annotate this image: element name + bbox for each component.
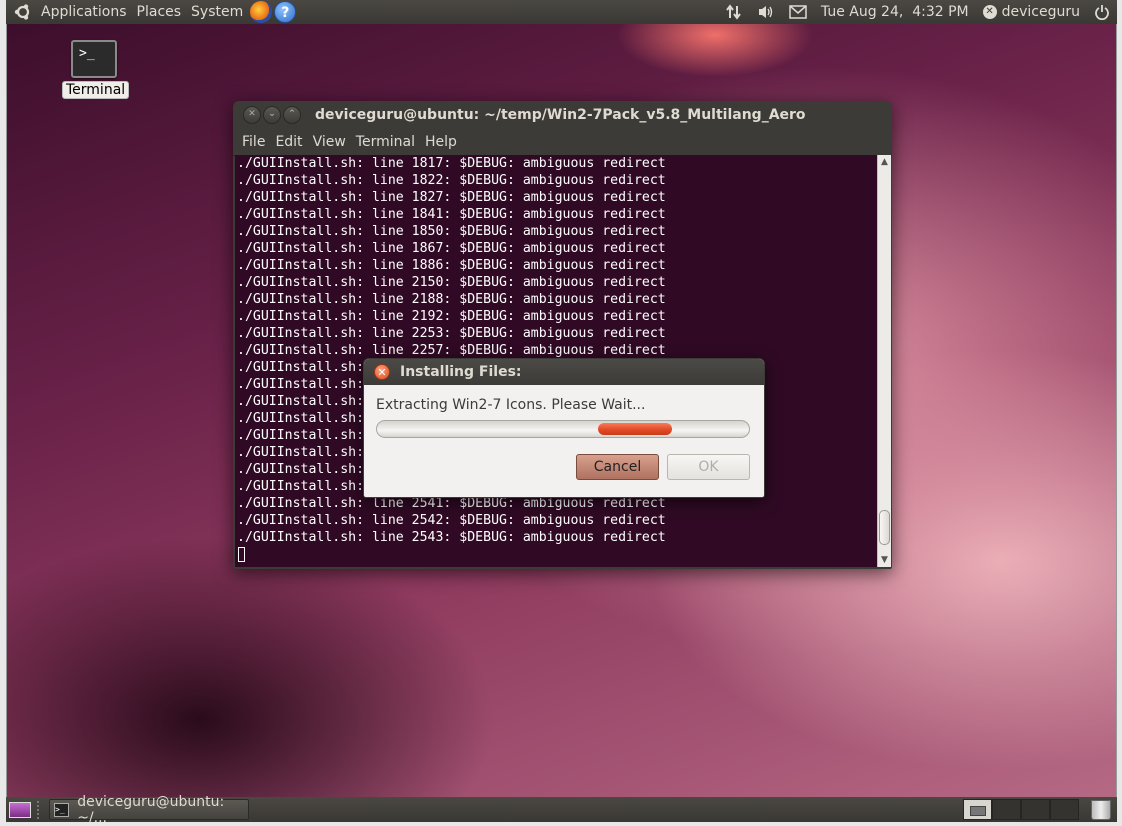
dialog-titlebar[interactable]: ✕ Installing Files: <box>364 359 764 385</box>
menu-help[interactable]: Help <box>420 134 462 150</box>
scroll-up-icon[interactable]: ▲ <box>878 155 891 169</box>
user-menu[interactable]: ✕ deviceguru <box>976 0 1087 24</box>
terminal-line: ./GUIInstall.sh: line 1827: $DEBUG: ambi… <box>237 190 666 205</box>
progress-pulse <box>598 423 672 435</box>
close-icon[interactable]: ✕ <box>374 364 390 380</box>
top-panel: Applications Places System ? Tue Aug 24,… <box>6 0 1117 24</box>
cancel-button[interactable]: Cancel <box>576 454 659 480</box>
installing-files-dialog: ✕ Installing Files: Extracting Win2-7 Ic… <box>363 358 765 498</box>
menu-terminal[interactable]: Terminal <box>351 134 420 150</box>
show-desktop-icon[interactable] <box>9 801 31 818</box>
terminal-line: ./GUIInstall.sh: line 1867: $DEBUG: ambi… <box>237 241 666 256</box>
terminal-menubar: File Edit View Terminal Help <box>233 129 892 156</box>
scroll-down-icon[interactable]: ▼ <box>878 553 891 567</box>
workspace-2[interactable] <box>992 799 1021 820</box>
menu-edit[interactable]: Edit <box>270 134 307 150</box>
taskbar-label: deviceguru@ubuntu: ~/... <box>77 793 225 826</box>
close-icon[interactable]: ✕ <box>243 106 261 124</box>
menu-applications[interactable]: Applications <box>36 4 132 20</box>
user-status-icon: ✕ <box>982 5 997 19</box>
text-cursor <box>238 546 245 562</box>
user-name: deviceguru <box>1001 4 1080 20</box>
window-frame-bottom <box>6 822 1117 826</box>
menu-system[interactable]: System <box>186 4 248 20</box>
terminal-titlebar[interactable]: ✕ ⌄ ⌃ deviceguru@ubuntu: ~/temp/Win2-7Pa… <box>233 101 892 129</box>
bottom-panel: >_ deviceguru@ubuntu: ~/... <box>6 794 1117 826</box>
network-icon[interactable] <box>718 0 750 24</box>
terminal-line: ./GUIInstall.sh: line 1886: $DEBUG: ambi… <box>237 258 666 273</box>
dialog-title: Installing Files: <box>400 364 522 380</box>
power-icon[interactable] <box>1087 0 1117 24</box>
volume-icon[interactable] <box>750 0 782 24</box>
terminal-line: ./GUIInstall.sh: line 2192: $DEBUG: ambi… <box>237 309 666 324</box>
terminal-title: deviceguru@ubuntu: ~/temp/Win2-7Pack_v5.… <box>315 107 806 123</box>
terminal-line: ./GUIInstall.sh: line 2150: $DEBUG: ambi… <box>237 275 666 290</box>
terminal-line: ./GUIInstall.sh: line 2253: $DEBUG: ambi… <box>237 326 666 341</box>
progress-bar <box>376 420 750 438</box>
maximize-icon[interactable]: ⌃ <box>283 106 301 124</box>
firefox-icon[interactable] <box>250 1 273 23</box>
panel-separator <box>37 800 43 819</box>
terminal-line: ./GUIInstall.sh: line 2257: $DEBUG: ambi… <box>237 343 666 358</box>
ubuntu-logo-icon[interactable] <box>14 3 32 21</box>
terminal-line: ./GUIInstall.sh: line 2188: $DEBUG: ambi… <box>237 292 666 307</box>
workspace-switcher <box>963 799 1079 820</box>
terminal-icon: >_ <box>71 40 117 78</box>
ok-button[interactable]: OK <box>667 454 750 480</box>
desktop-icon-terminal[interactable]: >_ Terminal <box>62 40 130 99</box>
terminal-icon: >_ <box>54 802 70 817</box>
workspace-3[interactable] <box>1021 799 1050 820</box>
terminal-window: ✕ ⌄ ⌃ deviceguru@ubuntu: ~/temp/Win2-7Pa… <box>233 101 892 569</box>
help-icon[interactable]: ? <box>274 1 297 23</box>
menu-places[interactable]: Places <box>132 4 187 20</box>
desktop-background: Applications Places System ? Tue Aug 24,… <box>0 0 1122 826</box>
desktop-icon-label: Terminal <box>62 81 130 99</box>
dialog-message: Extracting Win2-7 Icons. Please Wait... <box>376 397 646 413</box>
menu-file[interactable]: File <box>237 134 270 150</box>
terminal-line: ./GUIInstall.sh: line 1822: $DEBUG: ambi… <box>237 173 666 188</box>
menu-view[interactable]: View <box>308 134 351 150</box>
workspace-1[interactable] <box>963 799 992 820</box>
window-frame-left <box>0 0 7 826</box>
terminal-prompt <box>235 546 877 563</box>
terminal-line: ./GUIInstall.sh: line 1841: $DEBUG: ambi… <box>237 207 666 222</box>
trash-icon[interactable] <box>1091 799 1111 820</box>
terminal-line: ./GUIInstall.sh: line 1850: $DEBUG: ambi… <box>237 224 666 239</box>
minimize-icon[interactable]: ⌄ <box>263 106 281 124</box>
terminal-line: ./GUIInstall.sh: line 1817: $DEBUG: ambi… <box>237 156 666 171</box>
mail-icon[interactable] <box>782 0 814 24</box>
terminal-line: ./GUIInstall.sh: line 2542: $DEBUG: ambi… <box>237 513 666 528</box>
clock[interactable]: Tue Aug 24, 4:32 PM <box>814 0 976 24</box>
taskbar-terminal-button[interactable]: >_ deviceguru@ubuntu: ~/... <box>49 794 249 826</box>
workspace-4[interactable] <box>1050 799 1079 820</box>
scrollbar-thumb[interactable] <box>879 510 890 545</box>
terminal-scrollbar[interactable]: ▲ ▼ <box>877 155 891 567</box>
terminal-line: ./GUIInstall.sh: line 2543: $DEBUG: ambi… <box>237 530 666 545</box>
window-frame-right <box>1116 0 1122 826</box>
